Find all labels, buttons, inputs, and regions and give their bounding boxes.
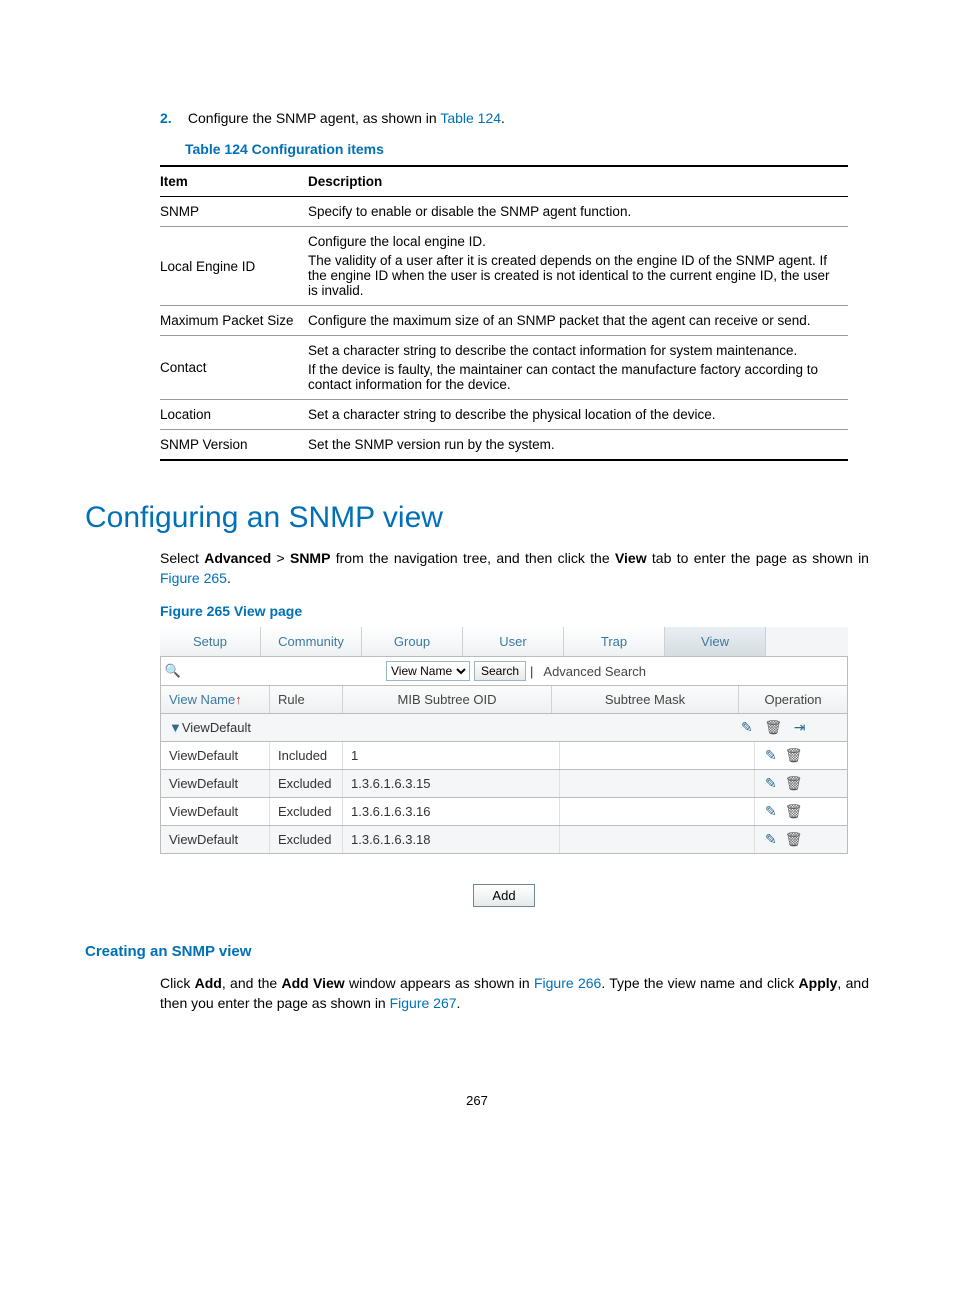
cell-oid: 1.3.6.1.6.3.15 bbox=[343, 770, 560, 797]
section-heading: Configuring an SNMP view bbox=[85, 501, 869, 535]
cell-mask bbox=[560, 742, 755, 769]
tab-group[interactable]: Group bbox=[362, 627, 463, 656]
figure-265-link[interactable]: Figure 265 bbox=[160, 570, 227, 586]
table-item: Local Engine ID bbox=[160, 227, 308, 306]
step-text-pre: Configure the SNMP agent, as shown in bbox=[188, 110, 440, 126]
cell-view-name: ViewDefault bbox=[161, 798, 270, 825]
edit-icon[interactable]: ✎ bbox=[765, 747, 777, 763]
tab-view[interactable]: View bbox=[665, 627, 766, 656]
edit-icon[interactable]: ✎ bbox=[765, 775, 777, 791]
cell-oid: 1.3.6.1.6.3.18 bbox=[343, 826, 560, 853]
tab-setup[interactable]: Setup bbox=[160, 627, 261, 656]
step-text-post: . bbox=[501, 110, 505, 126]
tab-bar: SetupCommunityGroupUserTrapView bbox=[160, 627, 848, 657]
tab-user[interactable]: User bbox=[463, 627, 564, 656]
figure-267-link[interactable]: Figure 267 bbox=[390, 995, 457, 1011]
table-item: SNMP Version bbox=[160, 430, 308, 461]
table-item: SNMP bbox=[160, 197, 308, 227]
table-item: Location bbox=[160, 400, 308, 430]
table-row: ViewDefaultExcluded1.3.6.1.6.3.18✎🗑 bbox=[160, 826, 848, 854]
search-input[interactable] bbox=[185, 657, 386, 685]
table-desc: Set a character string to describe the c… bbox=[308, 336, 848, 400]
table-desc: Specify to enable or disable the SNMP ag… bbox=[308, 197, 848, 227]
create-view-text: Click Add, and the Add View window appea… bbox=[160, 974, 869, 1013]
group-row[interactable]: ▼ViewDefault ✎ 🗑 ⇥ bbox=[160, 714, 848, 742]
sort-asc-icon: ↑ bbox=[235, 692, 242, 707]
cell-operation: ✎🗑 bbox=[755, 742, 847, 769]
tab-community[interactable]: Community bbox=[261, 627, 362, 656]
table-124-link[interactable]: Table 124 bbox=[440, 110, 501, 126]
table-desc: Configure the maximum size of an SNMP pa… bbox=[308, 306, 848, 336]
col-rule[interactable]: Rule bbox=[270, 686, 343, 713]
table-desc: Set the SNMP version run by the system. bbox=[308, 430, 848, 461]
cell-operation: ✎🗑 bbox=[755, 826, 847, 853]
cell-rule: Excluded bbox=[270, 826, 343, 853]
grid-header: View Name↑ Rule MIB Subtree OID Subtree … bbox=[160, 686, 848, 714]
search-field-select[interactable]: View Name bbox=[386, 661, 470, 681]
cell-rule: Excluded bbox=[270, 798, 343, 825]
table-caption: Table 124 Configuration items bbox=[185, 141, 869, 157]
cell-oid: 1 bbox=[343, 742, 560, 769]
table-desc: Set a character string to describe the p… bbox=[308, 400, 848, 430]
col-operation: Operation bbox=[739, 686, 847, 713]
edit-icon[interactable]: ✎ bbox=[765, 831, 777, 847]
step-number: 2. bbox=[160, 110, 184, 126]
cell-operation: ✎🗑 bbox=[755, 770, 847, 797]
edit-icon[interactable]: ✎ bbox=[741, 719, 753, 735]
delete-icon[interactable]: 🗑 bbox=[785, 803, 803, 819]
table-desc: Configure the local engine ID.The validi… bbox=[308, 227, 848, 306]
cell-operation: ✎🗑 bbox=[755, 798, 847, 825]
table-item: Maximum Packet Size bbox=[160, 306, 308, 336]
table-item: Contact bbox=[160, 336, 308, 400]
search-button[interactable]: Search bbox=[474, 661, 526, 681]
cell-mask bbox=[560, 826, 755, 853]
search-icon: 🔍 bbox=[161, 663, 185, 679]
edit-icon[interactable]: ✎ bbox=[765, 803, 777, 819]
subheading: Creating an SNMP view bbox=[85, 943, 869, 960]
col-view-name[interactable]: View Name↑ bbox=[161, 686, 270, 713]
col-oid[interactable]: MIB Subtree OID bbox=[343, 686, 552, 713]
delete-icon[interactable]: 🗑 bbox=[785, 831, 803, 847]
delete-icon[interactable]: 🗑 bbox=[764, 719, 782, 735]
collapse-icon[interactable]: ▼ bbox=[169, 720, 182, 735]
col-desc: Description bbox=[308, 166, 848, 197]
expand-icon[interactable]: ⇥ bbox=[794, 719, 806, 735]
cell-mask bbox=[560, 798, 755, 825]
cell-view-name: ViewDefault bbox=[161, 742, 270, 769]
view-page-figure: SetupCommunityGroupUserTrapView 🔍 View N… bbox=[160, 627, 848, 854]
figure-caption: Figure 265 View page bbox=[160, 603, 869, 619]
config-items-table: Item Description SNMPSpecify to enable o… bbox=[160, 165, 848, 461]
advanced-search-link[interactable]: Advanced Search bbox=[537, 664, 646, 679]
intro-paragraph: Select Advanced > SNMP from the navigati… bbox=[160, 549, 869, 588]
search-separator: | bbox=[530, 664, 533, 679]
col-mask[interactable]: Subtree Mask bbox=[552, 686, 739, 713]
delete-icon[interactable]: 🗑 bbox=[785, 775, 803, 791]
cell-view-name: ViewDefault bbox=[161, 770, 270, 797]
search-bar: 🔍 View Name Search | Advanced Search bbox=[160, 657, 848, 686]
figure-266-link[interactable]: Figure 266 bbox=[534, 975, 601, 991]
tab-trap[interactable]: Trap bbox=[564, 627, 665, 656]
add-button[interactable]: Add bbox=[473, 884, 534, 907]
page-number: 267 bbox=[85, 1093, 869, 1108]
cell-oid: 1.3.6.1.6.3.16 bbox=[343, 798, 560, 825]
table-row: ViewDefaultExcluded1.3.6.1.6.3.16✎🗑 bbox=[160, 798, 848, 826]
cell-rule: Excluded bbox=[270, 770, 343, 797]
table-row: ViewDefaultIncluded1✎🗑 bbox=[160, 742, 848, 770]
delete-icon[interactable]: 🗑 bbox=[785, 747, 803, 763]
cell-mask bbox=[560, 770, 755, 797]
table-row: ViewDefaultExcluded1.3.6.1.6.3.15✎🗑 bbox=[160, 770, 848, 798]
col-item: Item bbox=[160, 166, 308, 197]
cell-view-name: ViewDefault bbox=[161, 826, 270, 853]
cell-rule: Included bbox=[270, 742, 343, 769]
